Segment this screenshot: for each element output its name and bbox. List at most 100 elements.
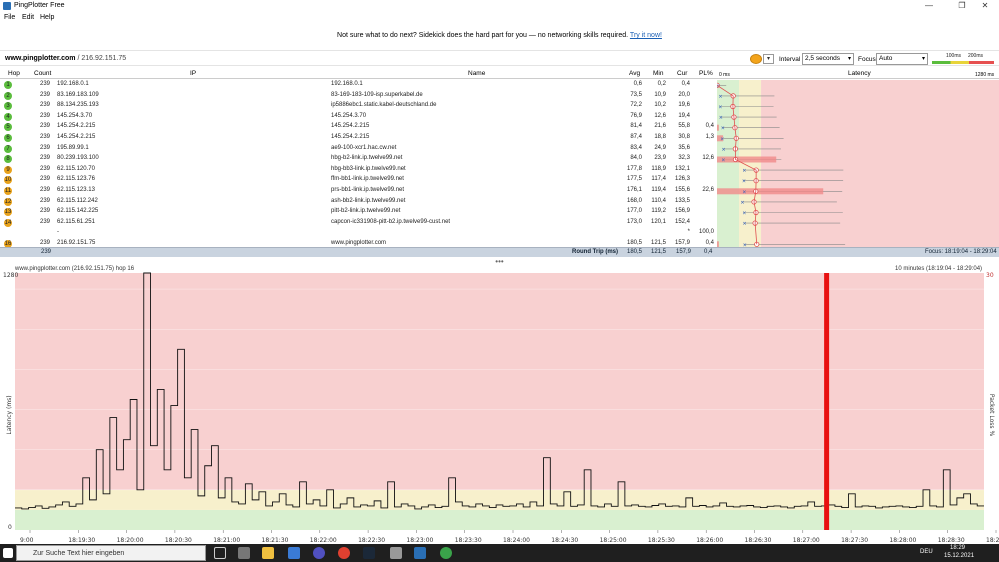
clock-date[interactable]: 15.12.2021 bbox=[944, 553, 974, 559]
cell-min: 21,6 bbox=[654, 123, 666, 130]
focus-select[interactable]: Auto ▾ bbox=[876, 53, 928, 65]
cell-count: 239 bbox=[39, 197, 50, 204]
roundtrip-row: 239 Round Trip (ms) 180,5 121,5 157,9 0,… bbox=[0, 247, 999, 257]
trace-dropdown-button[interactable]: ▾ bbox=[763, 54, 774, 64]
cell-avg: 72,2 bbox=[630, 102, 642, 109]
table-row[interactable]: 2 239 83.169.183.109 83-169-183-109-isp.sup… bbox=[0, 91, 717, 102]
table-row[interactable]: 1 239 192.168.0.1 192.168.0.1 0,6 0,2 0,4 bbox=[0, 80, 717, 91]
cell-avg: 173,0 bbox=[626, 218, 642, 225]
x-tick-label: 18:21:30 bbox=[262, 537, 289, 544]
hop-min-mark: × bbox=[742, 189, 746, 195]
table-row[interactable]: 11 239 62.115.123.13 prs-bb1-link.ip.twelve… bbox=[0, 186, 717, 197]
hop-min-mark: × bbox=[742, 179, 746, 185]
cell-ip: 62.115.142.225 bbox=[57, 208, 99, 215]
cell-count: 239 bbox=[39, 208, 50, 215]
app-icon-1[interactable] bbox=[238, 547, 250, 559]
cell-count: 239 bbox=[39, 187, 50, 193]
pause-button[interactable] bbox=[750, 54, 762, 64]
cell-ip: 62.115.120.70 bbox=[57, 165, 95, 172]
table-row[interactable]: 12 239 62.115.112.242 ash-bb2-link.ip.twelv… bbox=[0, 197, 717, 208]
app-icon-7[interactable] bbox=[390, 547, 402, 559]
cell-min: 117,4 bbox=[651, 176, 666, 183]
clock-time[interactable]: 18:29 bbox=[950, 545, 965, 551]
table-row[interactable]: 8 239 80.239.193.100 hbg-b2-link.ip.twelve9… bbox=[0, 154, 717, 165]
close-button[interactable]: ✕ bbox=[971, 0, 999, 12]
col-name[interactable]: Name bbox=[468, 70, 485, 77]
cell-hop: 1 bbox=[4, 81, 12, 89]
windows-start-icon[interactable] bbox=[3, 548, 13, 558]
x-tick-label: 18:27:30 bbox=[841, 537, 868, 544]
cell-avg: 87,4 bbox=[630, 134, 642, 140]
cell-count: 239 bbox=[39, 144, 50, 151]
cell-count: 239 bbox=[39, 102, 50, 109]
col-count[interactable]: Count bbox=[34, 70, 51, 77]
menu-help[interactable]: Help bbox=[40, 14, 54, 21]
task-view-icon[interactable] bbox=[214, 547, 226, 559]
cell-min: 12,6 bbox=[654, 112, 666, 119]
table-row[interactable]: - * 100,0 bbox=[0, 228, 717, 239]
cell-min: 0,2 bbox=[657, 81, 666, 87]
focus-value: Auto bbox=[879, 55, 893, 62]
chrome-icon[interactable] bbox=[338, 547, 350, 559]
col-pl[interactable]: PL% bbox=[699, 70, 713, 77]
cell-pl: 0,4 bbox=[705, 123, 714, 130]
table-row[interactable]: 5 239 145.254.2.215 145.254.2.215 81,4 21,6 55… bbox=[0, 122, 717, 133]
minimize-button[interactable]: — bbox=[915, 0, 943, 12]
pingplotter-task-icon[interactable] bbox=[414, 547, 426, 559]
lang-indicator[interactable]: DEU bbox=[920, 549, 933, 555]
app-icon-3[interactable] bbox=[288, 547, 300, 559]
menu-edit[interactable]: Edit bbox=[22, 14, 34, 21]
cell-ip: 80.239.193.100 bbox=[57, 155, 99, 162]
explorer-icon[interactable] bbox=[262, 547, 274, 559]
search-placeholder: Zur Suche Text hier eingeben bbox=[33, 550, 125, 557]
col-hop[interactable]: Hop bbox=[8, 70, 20, 77]
app-icon-9[interactable] bbox=[440, 547, 452, 559]
latency-zone bbox=[15, 509, 984, 530]
x-tick-label: 18:25:30 bbox=[648, 537, 675, 544]
cell-name: ash-bb2-link.ip.twelve99.net bbox=[331, 197, 406, 204]
col-ip[interactable]: IP bbox=[190, 70, 196, 77]
cell-min: 23,9 bbox=[654, 155, 666, 162]
col-min[interactable]: Min bbox=[653, 70, 663, 77]
cell-min: 119,4 bbox=[651, 187, 666, 193]
table-row[interactable]: 4 239 145.254.3.70 145.254.3.70 76,9 12,6 19,4 bbox=[0, 112, 717, 123]
cell-cur: 20,0 bbox=[678, 91, 690, 98]
menu-bar: File Edit Help bbox=[0, 13, 999, 23]
promo-link[interactable]: Try it now! bbox=[630, 32, 662, 39]
table-row[interactable]: 13 239 62.115.142.225 pitt-b2-link.ip.twelv… bbox=[0, 207, 717, 218]
taskbar-search[interactable]: Zur Suche Text hier eingeben bbox=[16, 545, 206, 561]
table-row[interactable]: 9 239 62.115.120.70 hbg-bb3-link.ip.twelve9… bbox=[0, 165, 717, 176]
hop-loss-bar bbox=[717, 241, 719, 247]
x-tick-label: 18:24:00 bbox=[503, 537, 530, 544]
cell-name: www.pingplotter.com bbox=[331, 240, 387, 246]
latency-zone bbox=[15, 489, 984, 510]
cell-min: 119,2 bbox=[651, 208, 666, 215]
steam-icon[interactable] bbox=[363, 547, 375, 559]
col-avg[interactable]: Avg bbox=[629, 70, 640, 77]
cell-pl: 1,3 bbox=[705, 134, 714, 140]
cell-min: 10,2 bbox=[654, 102, 666, 109]
x-tick-label: 18:26:00 bbox=[696, 537, 723, 544]
col-cur[interactable]: Cur bbox=[677, 70, 687, 77]
menu-file[interactable]: File bbox=[4, 14, 15, 21]
table-row[interactable]: 14 239 62.115.61.251 capcon-ic331908-pitt-b… bbox=[0, 218, 717, 229]
app-icon-4[interactable] bbox=[313, 547, 325, 559]
interval-select[interactable]: 2,5 seconds ▾ bbox=[802, 53, 854, 65]
timeline-graph: www.pingplotter.com (216.92.151.75) hop … bbox=[0, 265, 999, 544]
cell-name: 192.168.0.1 bbox=[331, 81, 363, 87]
cell-avg: 81,4 bbox=[630, 123, 642, 130]
table-row[interactable]: 10 239 62.115.123.76 ffm-bb1-link.ip.twelve… bbox=[0, 175, 717, 186]
hop-min-mark: × bbox=[718, 94, 722, 100]
table-row[interactable]: 7 239 195.89.99.1 ae9-100-xcr1.hac.cw.net 83… bbox=[0, 144, 717, 155]
table-row[interactable]: 6 239 145.254.2.215 145.254.2.215 87,4 18,8 30… bbox=[0, 133, 717, 144]
rt-count: 239 bbox=[41, 249, 52, 255]
cell-avg: 177,5 bbox=[626, 176, 642, 183]
table-row[interactable]: 3 239 88.134.235.193 ip5886ebc1.static.kabe… bbox=[0, 101, 717, 112]
cell-cur: 19,6 bbox=[678, 102, 690, 109]
cell-ip: 62.115.123.13 bbox=[57, 187, 95, 193]
hop-min-mark: × bbox=[719, 115, 723, 121]
cell-avg: 176,1 bbox=[626, 187, 642, 193]
cell-hop: 6 bbox=[4, 134, 12, 142]
target-ip: 216.92.151.75 bbox=[81, 55, 127, 62]
cell-ip: 195.89.99.1 bbox=[57, 144, 89, 151]
